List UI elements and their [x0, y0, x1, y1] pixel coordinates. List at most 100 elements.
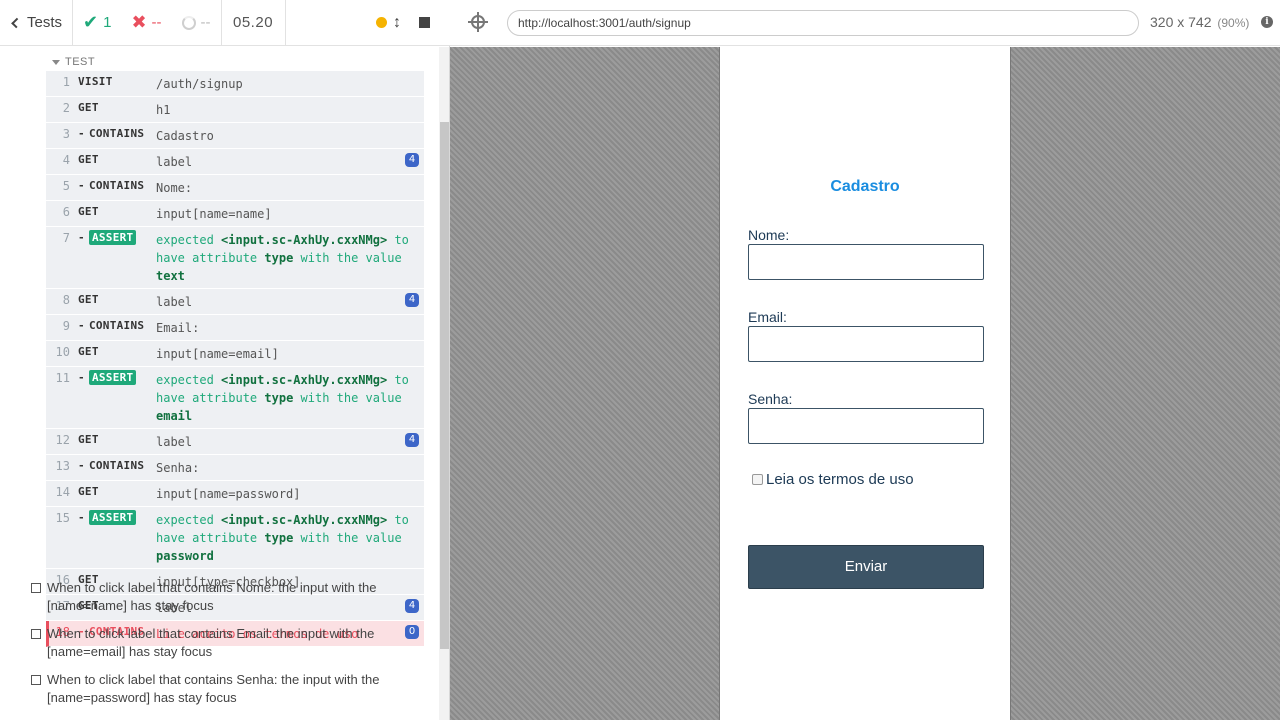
check-icon: ✔: [83, 12, 99, 32]
command-name-text: CONTAINS: [88, 127, 145, 140]
command-row[interactable]: 5 CONTAINS Nome:: [46, 175, 424, 201]
pending-test-item[interactable]: When to click label that contains Nome: …: [31, 579, 411, 615]
terms-label[interactable]: Leia os termos de uso: [766, 471, 914, 488]
element-count-badge: 4: [405, 153, 419, 167]
command-row[interactable]: 4 GET label 4: [46, 149, 424, 175]
crosshair-icon[interactable]: [468, 12, 488, 32]
command-name: CONTAINS: [78, 179, 144, 192]
password-label[interactable]: Senha:: [748, 391, 792, 407]
assert-el: <input.sc-AxhUy.cxxNMg>: [221, 513, 388, 527]
command-message: input[name=name]: [156, 207, 272, 221]
page-title: Cadastro: [830, 178, 900, 195]
name-input[interactable]: [748, 244, 984, 280]
command-row[interactable]: 6 GET input[name=name]: [46, 201, 424, 227]
auto-scroll-icon[interactable]: ↕: [393, 14, 401, 32]
assert-pre: expected: [156, 233, 214, 247]
info-icon[interactable]: i: [1261, 16, 1273, 28]
command-name: CONTAINS: [78, 459, 144, 472]
assert-post: with the value: [300, 251, 402, 265]
password-input[interactable]: [748, 408, 984, 444]
command-row[interactable]: 1 VISIT/auth/signup: [46, 71, 424, 97]
assert-badge: ASSERT: [88, 510, 137, 525]
assert-el: <input.sc-AxhUy.cxxNMg>: [221, 373, 388, 387]
command-number: 15: [55, 511, 70, 525]
command-number: 9: [62, 319, 70, 333]
email-label[interactable]: Email:: [748, 309, 787, 325]
element-count-badge: 4: [405, 433, 419, 447]
assert-pre: expected: [156, 513, 214, 527]
cross-icon: ✖: [131, 12, 147, 32]
pending-checkbox-icon: [31, 675, 41, 685]
command-message: h1: [156, 103, 171, 117]
assert-attr: type: [264, 251, 294, 265]
command-message: Cadastro: [156, 129, 214, 143]
reporter-scrollbar[interactable]: [439, 47, 449, 720]
command-name: GET: [78, 101, 99, 114]
command-number: 8: [62, 293, 70, 307]
email-input[interactable]: [748, 326, 984, 362]
command-message: expected <input.sc-AxhUy.cxxNMg> to have…: [156, 367, 414, 428]
test-title[interactable]: TEST: [52, 56, 95, 68]
command-message: label: [156, 435, 193, 449]
command-message: Nome:: [156, 181, 193, 195]
command-name: GET: [78, 205, 99, 218]
app-frame: Cadastro Nome: Email: Senha: Leia os ter…: [719, 47, 1011, 720]
command-message: expected <input.sc-AxhUy.cxxNMg> to have…: [156, 507, 414, 568]
pending-count: --: [200, 14, 211, 31]
passed-count: 1: [103, 14, 112, 31]
runner-controls: ↕: [286, 0, 450, 45]
command-row[interactable]: 11 ASSERT expected <input.sc-AxhUy.cxxNMg>…: [46, 367, 424, 429]
command-number: 13: [55, 459, 70, 473]
command-name-text: GET: [78, 205, 99, 218]
url-bar[interactable]: http://localhost:3001/auth/signup: [507, 10, 1139, 36]
pending-test-item[interactable]: When to click label that contains Senha:…: [31, 671, 411, 707]
command-row[interactable]: 13 CONTAINS Senha:: [46, 455, 424, 481]
tests-button[interactable]: Tests: [0, 0, 73, 45]
command-name-text: GET: [78, 101, 99, 114]
terms-checkbox[interactable]: [752, 474, 763, 485]
assert-post: with the value: [300, 531, 402, 545]
command-number: 11: [55, 371, 70, 385]
name-label[interactable]: Nome:: [748, 227, 789, 243]
command-number: 5: [62, 179, 70, 193]
command-message: input[name=email]: [156, 347, 279, 361]
command-number: 12: [55, 433, 70, 447]
failed-stat: ✖ --: [121, 0, 171, 45]
command-name-text: CONTAINS: [88, 319, 145, 332]
pending-test-item[interactable]: When to click label that contains Email:…: [31, 625, 411, 661]
command-row[interactable]: 7 ASSERT expected <input.sc-AxhUy.cxxNMg> …: [46, 227, 424, 289]
command-row[interactable]: 14 GET input[name=password]: [46, 481, 424, 507]
pending-checkbox-icon: [31, 629, 41, 639]
command-row[interactable]: 3 CONTAINS Cadastro: [46, 123, 424, 149]
command-number: 6: [62, 205, 70, 219]
assert-badge: ASSERT: [88, 370, 137, 385]
command-row[interactable]: 8 GET label 4: [46, 289, 424, 315]
command-row[interactable]: 9 CONTAINS Email:: [46, 315, 424, 341]
pending-test-title: When to click label that contains Nome: …: [47, 580, 377, 613]
command-name-text: GET: [78, 485, 99, 498]
command-number: 7: [62, 231, 70, 245]
reporter-body: TEST 1 VISIT/auth/signup 2 GET h1 3 CONTAINS Ca…: [0, 47, 438, 720]
zoom-level: (90%): [1217, 16, 1250, 30]
aut-header: http://localhost:3001/auth/signup 320 x …: [450, 0, 1280, 46]
scrollbar-thumb[interactable]: [440, 122, 449, 649]
command-name: ASSERT: [78, 510, 137, 525]
command-message: label: [156, 295, 193, 309]
command-message: /auth/signup: [156, 77, 243, 91]
command-row[interactable]: 10 GET input[name=email]: [46, 341, 424, 367]
submit-button[interactable]: Enviar: [748, 545, 984, 589]
command-number: 1: [62, 75, 70, 89]
command-number: 3: [62, 127, 70, 141]
command-name: ASSERT: [78, 370, 137, 385]
test-reporter-panel: Tests ✔ 1 ✖ -- -- 05.20 ↕ TEST 1 VISIT/au…: [0, 0, 450, 720]
command-name: VISIT: [78, 75, 113, 88]
assert-attr: type: [264, 391, 294, 405]
chevron-left-icon: [11, 17, 22, 28]
command-row[interactable]: 2 GET h1: [46, 97, 424, 123]
command-message: Senha:: [156, 461, 200, 475]
command-row[interactable]: 15 ASSERT expected <input.sc-AxhUy.cxxNMg>…: [46, 507, 424, 569]
stop-icon[interactable]: [419, 17, 430, 28]
command-number: 4: [62, 153, 70, 167]
command-name: GET: [78, 345, 99, 358]
command-row[interactable]: 12 GET label 4: [46, 429, 424, 455]
